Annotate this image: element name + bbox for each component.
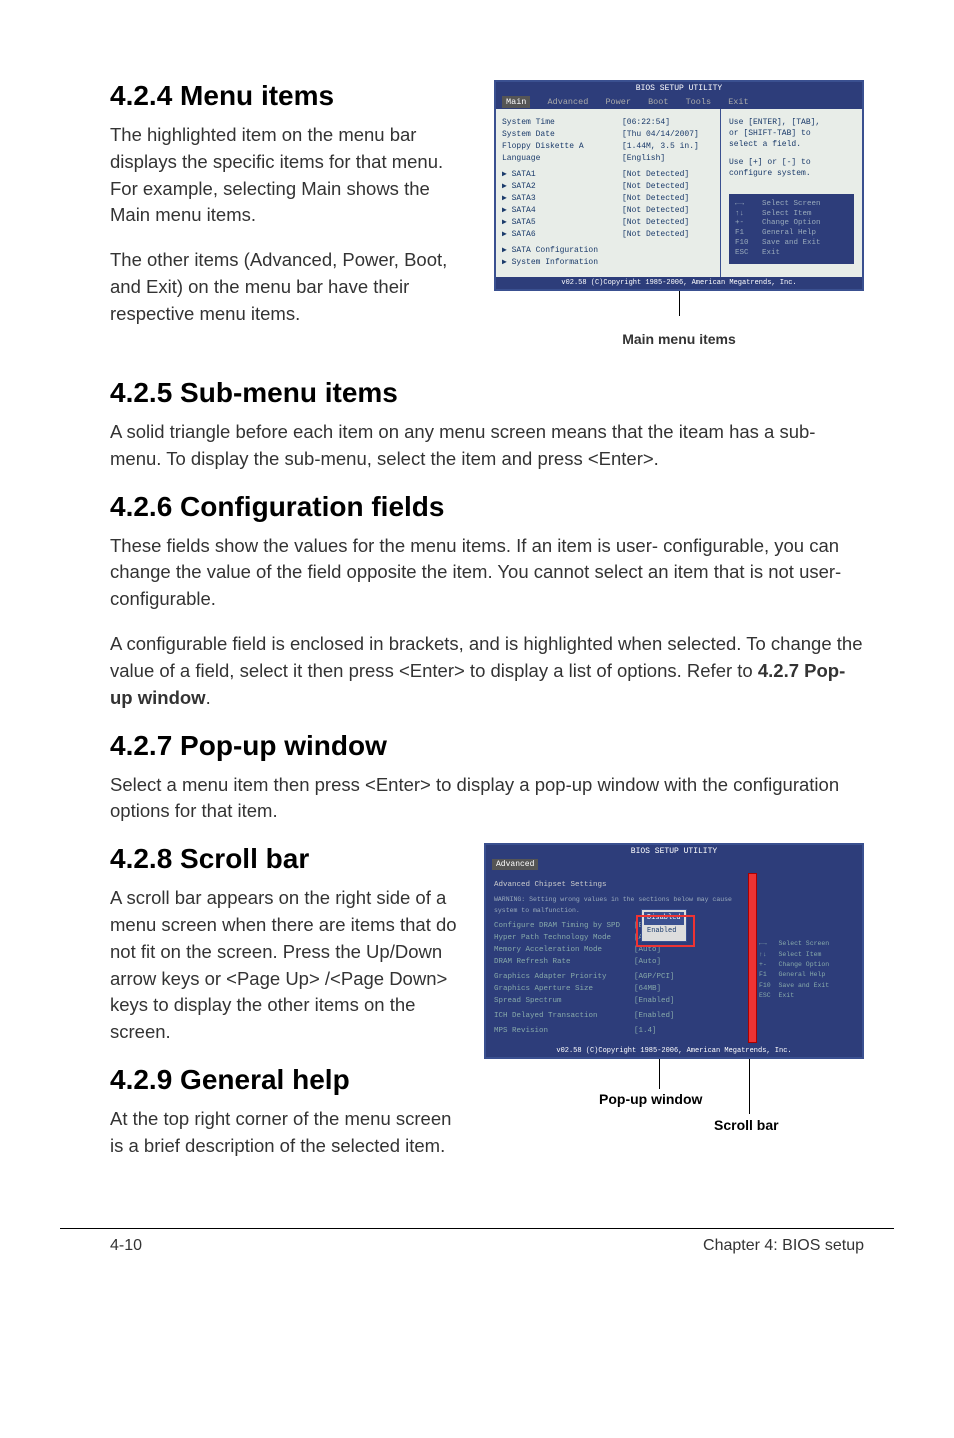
bios2-row2-1-label: Graphics Aperture Size <box>494 983 634 995</box>
row-sata1-label: ▶ SATA1 <box>502 169 622 181</box>
row-sata2-label: ▶ SATA2 <box>502 181 622 193</box>
row-lang-val: [English] <box>622 153 665 165</box>
tab-tools: Tools <box>686 97 712 107</box>
para-424-1: The highlighted item on the menu bar dis… <box>110 122 464 229</box>
tab-boot: Boot <box>648 97 668 107</box>
bios2-row2-0-val: [AGP/PCI] <box>634 971 675 983</box>
help-line2: or [SHIFT-TAB] to <box>729 128 854 139</box>
row-sata6-val: [Not Detected] <box>622 229 689 241</box>
page-number: 4-10 <box>110 1237 142 1255</box>
bios2-row2-2-val: [Enabled] <box>634 995 675 1007</box>
help-line4: Use [+] or [-] to <box>729 157 854 168</box>
popup-callout-line <box>659 1059 660 1089</box>
bios2-row1-label: Hyper Path Technology Mode <box>494 932 634 944</box>
row-sata5-label: ▶ SATA5 <box>502 217 622 229</box>
heading-427: 4.2.7 Pop-up window <box>110 730 864 762</box>
row-sata3-val: [Not Detected] <box>622 193 689 205</box>
row-sysdate-val: [Thu 04/14/2007] <box>622 129 699 141</box>
tab-exit: Exit <box>728 97 748 107</box>
para-426-2c: . <box>206 687 211 708</box>
tab-main: Main <box>502 96 530 108</box>
row-sysdate-label: System Date <box>502 129 622 141</box>
popup-opt0: Disabled <box>644 912 684 925</box>
bios-nav-keys: ←→ Select Screen ↑↓ Select Item +- Chang… <box>729 194 854 265</box>
row-floppy-label: Floppy Diskette A <box>502 141 622 153</box>
bios2-row2-val: [Auto] <box>634 944 661 956</box>
row-sata6-label: ▶ SATA6 <box>502 229 622 241</box>
row-systime-val: [06:22:54] <box>622 117 670 129</box>
bios2-row2-4-val: [1.4] <box>634 1025 657 1037</box>
popup-opt1: Enabled <box>644 925 684 938</box>
scroll-callout-line <box>749 1059 750 1114</box>
bios-main-screenshot: BIOS SETUP UTILITY Main Advanced Power B… <box>494 80 864 291</box>
bios2-heading: Advanced Chipset Settings <box>494 879 752 891</box>
bios2-tab: Advanced <box>486 858 862 871</box>
bios2-footer: v02.58 (C)Copyright 1985-2006, American … <box>486 1045 862 1057</box>
para-426-2: A configurable field is enclosed in brac… <box>110 631 864 711</box>
row-sata4-val: [Not Detected] <box>622 205 689 217</box>
para-425-1: A solid triangle before each item on any… <box>110 419 864 473</box>
heading-424: 4.2.4 Menu items <box>110 80 464 112</box>
help-line1: Use [ENTER], [TAB], <box>729 117 854 128</box>
heading-425: 4.2.5 Sub-menu items <box>110 377 864 409</box>
row-sata1-val: [Not Detected] <box>622 169 689 181</box>
row-sata4-label: ▶ SATA4 <box>502 205 622 217</box>
bios2-row2-0-label: Graphics Adapter Priority <box>494 971 634 983</box>
para-427-1: Select a menu item then press <Enter> to… <box>110 772 864 826</box>
bios2-nav: ←→ Select Screen ↑↓ Select Item +- Chang… <box>759 939 854 1001</box>
heading-426: 4.2.6 Configuration fields <box>110 491 864 523</box>
bios-advanced-screenshot: BIOS SETUP UTILITY Advanced Advanced Chi… <box>484 843 864 1059</box>
bios2-row2-1-val: [64MB] <box>634 983 661 995</box>
para-426-2a: A configurable field is enclosed in brac… <box>110 633 862 681</box>
help-line5: configure system. <box>729 168 854 179</box>
para-424-2: The other items (Advanced, Power, Boot, … <box>110 247 464 327</box>
row-floppy-val: [1.44M, 3.5 in.] <box>622 141 699 153</box>
caption-scroll: Scroll bar <box>714 1117 779 1133</box>
row-systime-label: System Time <box>502 117 622 129</box>
bios2-title: BIOS SETUP UTILITY <box>486 845 862 858</box>
bios-main-panel: System Time[06:22:54] System Date[Thu 04… <box>496 109 720 277</box>
tab-advanced: Advanced <box>548 97 589 107</box>
bios-tabs: Main Advanced Power Boot Tools Exit <box>496 95 862 109</box>
bios2-help-panel: ←→ Select Screen ↑↓ Select Item +- Chang… <box>752 879 854 1037</box>
row-sataconfig: ▶ SATA Configuration <box>502 245 714 257</box>
bios-title: BIOS SETUP UTILITY <box>496 82 862 95</box>
bios2-row2-4-label: MPS Revision <box>494 1025 634 1037</box>
caption-popup: Pop-up window <box>599 1091 702 1107</box>
callout-line <box>679 291 680 316</box>
bios-footer: v02.58 (C)Copyright 1985-2006, American … <box>496 277 862 289</box>
row-sysinfo: ▶ System Information <box>502 257 714 269</box>
popup-window: Disabled Enabled <box>641 909 687 941</box>
page-footer: 4-10 Chapter 4: BIOS setup <box>60 1228 894 1285</box>
bios2-row2-2-label: Spread Spectrum <box>494 995 634 1007</box>
row-sata5-val: [Not Detected] <box>622 217 689 229</box>
bios2-row3-val: [Auto] <box>634 956 661 968</box>
bios2-row2-label: Memory Acceleration Mode <box>494 944 634 956</box>
help-line3: select a field. <box>729 139 854 150</box>
chapter-label: Chapter 4: BIOS setup <box>703 1237 864 1255</box>
bios-help-panel: Use [ENTER], [TAB], or [SHIFT-TAB] to se… <box>720 109 862 277</box>
bios2-row3-label: DRAM Refresh Rate <box>494 956 634 968</box>
caption-main-menu: Main menu items <box>494 331 864 347</box>
bios2-row0-label: Configure DRAM Timing by SPD <box>494 920 634 932</box>
row-lang-label: Language <box>502 153 622 165</box>
bios2-row2-3-label: ICH Delayed Transaction <box>494 1010 634 1022</box>
row-sata3-label: ▶ SATA3 <box>502 193 622 205</box>
para-426-1: These fields show the values for the men… <box>110 533 864 613</box>
bios2-row2-3-val: [Enabled] <box>634 1010 675 1022</box>
tab-power: Power <box>605 97 631 107</box>
row-sata2-val: [Not Detected] <box>622 181 689 193</box>
bios2-main-panel: Advanced Chipset Settings WARNING: Setti… <box>494 879 752 1037</box>
scroll-bar-highlight <box>748 873 757 1043</box>
bios2-warning: WARNING: Setting wrong values in the sec… <box>494 895 752 916</box>
